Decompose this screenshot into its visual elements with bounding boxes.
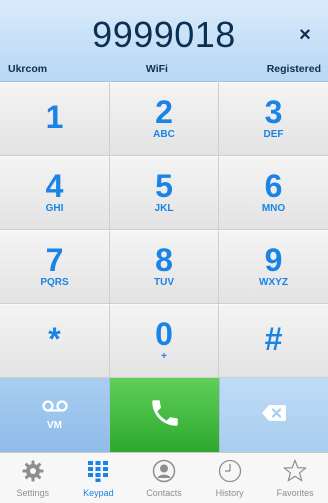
dialer-header: 9999018 × Ukrcom WiFi Registered xyxy=(0,0,328,82)
voicemail-button[interactable]: VM xyxy=(0,378,110,452)
key-digit: 4 xyxy=(45,168,64,204)
key-digit: 1 xyxy=(45,99,64,135)
tab-label: Keypad xyxy=(83,488,114,498)
key-digit: * xyxy=(48,321,61,357)
clear-number-button[interactable]: × xyxy=(292,22,318,48)
call-button[interactable] xyxy=(110,378,219,452)
voicemail-label: VM xyxy=(47,420,62,431)
tab-history[interactable]: History xyxy=(197,453,263,503)
key-star[interactable]: * xyxy=(0,304,110,378)
tab-bar: Settings Keypad Contacts History Favorit… xyxy=(0,452,328,503)
keypad-icon xyxy=(84,457,112,485)
tab-keypad[interactable]: Keypad xyxy=(66,453,132,503)
tab-label: History xyxy=(215,488,244,498)
key-letters: JKL xyxy=(154,203,174,214)
key-letters: + xyxy=(161,351,167,362)
key-digit: 3 xyxy=(264,94,283,130)
key-digit: 0 xyxy=(155,316,173,352)
key-letters: PQRS xyxy=(40,277,69,288)
dialer-app: 9999018 × Ukrcom WiFi Registered 1 2 ABC… xyxy=(0,0,328,503)
star-icon xyxy=(281,457,309,485)
key-digit: 6 xyxy=(264,168,283,204)
key-hash[interactable]: # xyxy=(219,304,328,378)
voicemail-icon xyxy=(41,399,68,418)
tab-label: Contacts xyxy=(146,488,182,498)
gear-icon xyxy=(19,457,47,485)
carrier-label: Ukrcom xyxy=(8,63,48,75)
key-digit: 5 xyxy=(155,168,173,204)
action-row: VM xyxy=(0,378,328,452)
key-letters: GHI xyxy=(45,203,64,214)
key-3[interactable]: 3 DEF xyxy=(219,82,328,156)
tab-favorites[interactable]: Favorites xyxy=(262,453,328,503)
network-label: WiFi xyxy=(145,63,168,75)
key-letters: TUV xyxy=(154,277,174,288)
key-digit: 9 xyxy=(264,242,283,278)
keypad: 1 2 ABC 3 DEF 4 GHI 5 JKL 6 MNO 7 PQRS 8… xyxy=(0,82,328,378)
key-7[interactable]: 7 PQRS xyxy=(0,230,110,304)
tab-label: Favorites xyxy=(276,488,314,498)
status-row: Ukrcom WiFi Registered xyxy=(8,62,321,76)
phone-icon xyxy=(148,396,182,435)
delete-button[interactable] xyxy=(219,378,328,452)
key-digit: 2 xyxy=(155,94,173,130)
dialed-number: 9999018 xyxy=(92,14,236,55)
key-4[interactable]: 4 GHI xyxy=(0,156,110,230)
key-letters: ABC xyxy=(153,129,175,140)
key-digit: # xyxy=(264,321,283,357)
key-letters: DEF xyxy=(263,129,284,140)
clock-icon xyxy=(216,457,244,485)
key-0[interactable]: 0 + xyxy=(110,304,219,378)
backspace-icon xyxy=(261,404,287,427)
key-2[interactable]: 2 ABC xyxy=(110,82,219,156)
key-5[interactable]: 5 JKL xyxy=(110,156,219,230)
key-digit: 8 xyxy=(155,242,173,278)
key-9[interactable]: 9 WXYZ xyxy=(219,230,328,304)
tab-settings[interactable]: Settings xyxy=(0,453,66,503)
contacts-icon xyxy=(150,457,178,485)
key-6[interactable]: 6 MNO xyxy=(219,156,328,230)
key-digit: 7 xyxy=(45,242,64,278)
key-1[interactable]: 1 xyxy=(0,82,110,156)
registration-status: Registered xyxy=(266,63,321,75)
tab-label: Settings xyxy=(16,488,50,498)
tab-contacts[interactable]: Contacts xyxy=(131,453,197,503)
key-8[interactable]: 8 TUV xyxy=(110,230,219,304)
key-letters: WXYZ xyxy=(259,277,288,288)
key-letters: MNO xyxy=(261,203,286,214)
